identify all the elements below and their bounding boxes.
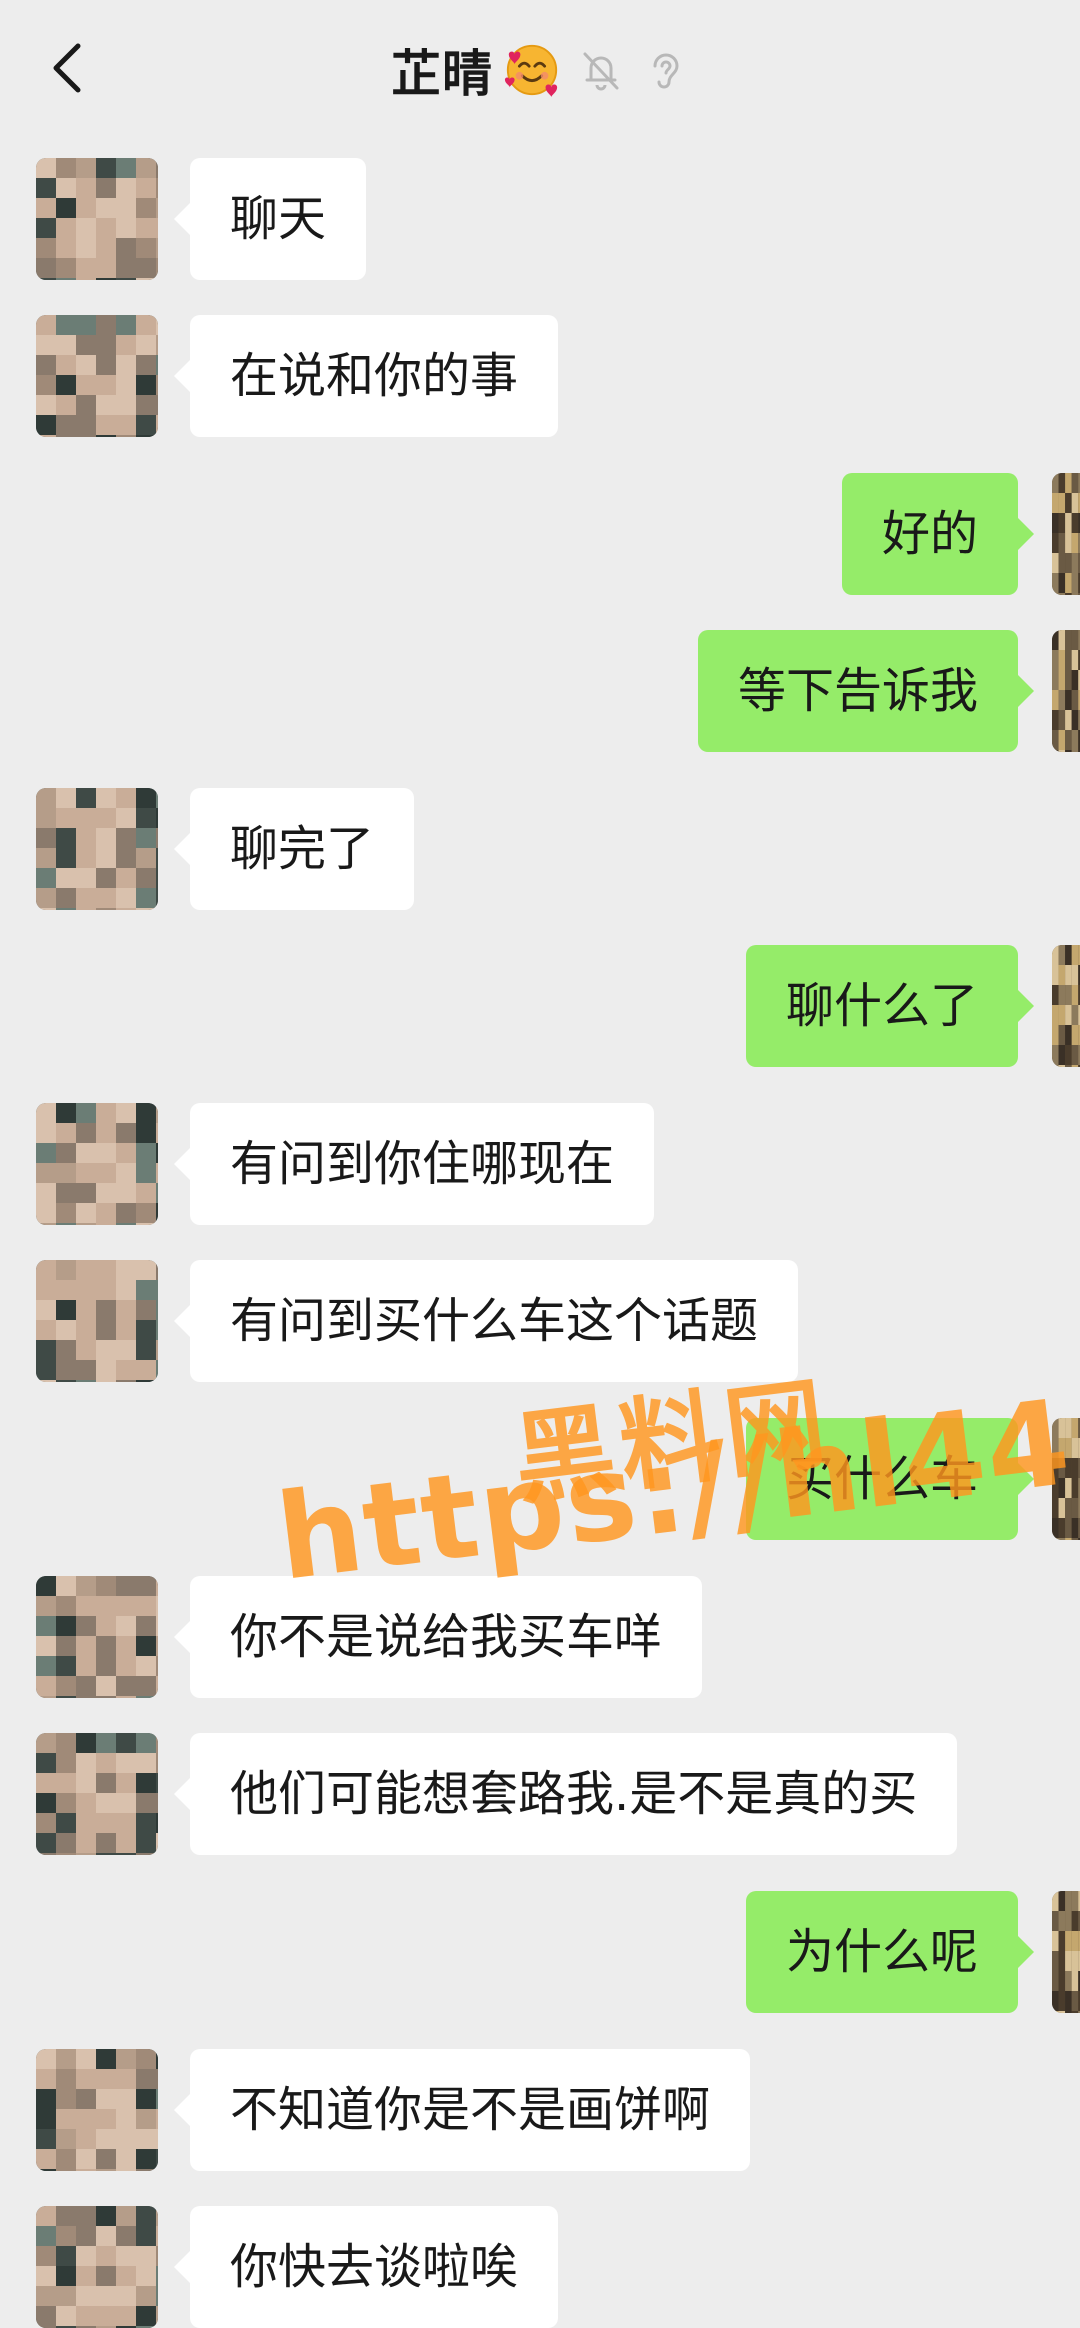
outgoing-message: 买什么车 [0,1418,1080,1540]
outgoing-message: 好的 [0,473,1080,595]
message-bubble[interactable]: 聊完了 [173,788,415,910]
my-avatar[interactable] [1052,1418,1080,1540]
my-avatar[interactable] [1052,945,1080,1067]
incoming-message: 聊天 [0,158,1080,280]
incoming-message: 有问到你住哪现在 [0,1103,1080,1225]
message-bubble[interactable]: 等下告诉我 [697,630,1035,752]
message-bubble[interactable]: 聊什么了 [745,945,1035,1067]
message-bubble[interactable]: 有问到买什么车这个话题 [173,1260,799,1382]
message-bubble[interactable]: 你快去谈啦唉 [173,2206,559,2328]
ear-icon [653,53,679,89]
contact-avatar[interactable] [36,788,158,910]
outgoing-message: 聊什么了 [0,945,1080,1067]
incoming-message: 在说和你的事 [0,315,1080,437]
my-avatar[interactable] [1052,1891,1080,2013]
message-bubble[interactable]: 他们可能想套路我.是不是真的买 [173,1733,958,1855]
message-bubble[interactable]: 你不是说给我买车咩 [173,1576,703,1698]
bell-off-icon [583,52,619,91]
chat-header: 芷晴 [0,0,1080,140]
outgoing-message: 为什么呢 [0,1891,1080,2013]
message-bubble[interactable]: 买什么车 [745,1418,1035,1540]
contact-avatar[interactable] [36,1733,158,1855]
outgoing-message: 等下告诉我 [0,630,1080,752]
my-avatar[interactable] [1052,473,1080,595]
contact-avatar[interactable] [36,2049,158,2171]
message-bubble[interactable]: 有问到你住哪现在 [173,1103,655,1225]
message-bubble[interactable]: 不知道你是不是画饼啊 [173,2049,751,2171]
contact-avatar[interactable] [36,1103,158,1225]
message-bubble[interactable]: 在说和你的事 [173,315,559,437]
chat-title-bar: 芷晴 [0,30,1080,110]
incoming-message: 不知道你是不是画饼啊 [0,2049,1080,2171]
my-avatar[interactable] [1052,630,1080,752]
contact-name: 芷晴 [391,45,493,103]
smiling-face-with-hearts-icon [504,44,558,98]
contact-avatar[interactable] [36,315,158,437]
contact-avatar[interactable] [36,1576,158,1698]
contact-avatar[interactable] [36,1260,158,1382]
contact-avatar[interactable] [36,2206,158,2328]
incoming-message: 你不是说给我买车咩 [0,1576,1080,1698]
incoming-message: 有问到买什么车这个话题 [0,1260,1080,1382]
message-bubble[interactable]: 为什么呢 [745,1891,1035,2013]
incoming-message: 聊完了 [0,788,1080,910]
message-bubble[interactable]: 聊天 [173,158,367,280]
incoming-message: 他们可能想套路我.是不是真的买 [0,1733,1080,1855]
contact-avatar[interactable] [36,158,158,280]
incoming-message: 你快去谈啦唉 [0,2206,1080,2328]
message-bubble[interactable]: 好的 [841,473,1035,595]
